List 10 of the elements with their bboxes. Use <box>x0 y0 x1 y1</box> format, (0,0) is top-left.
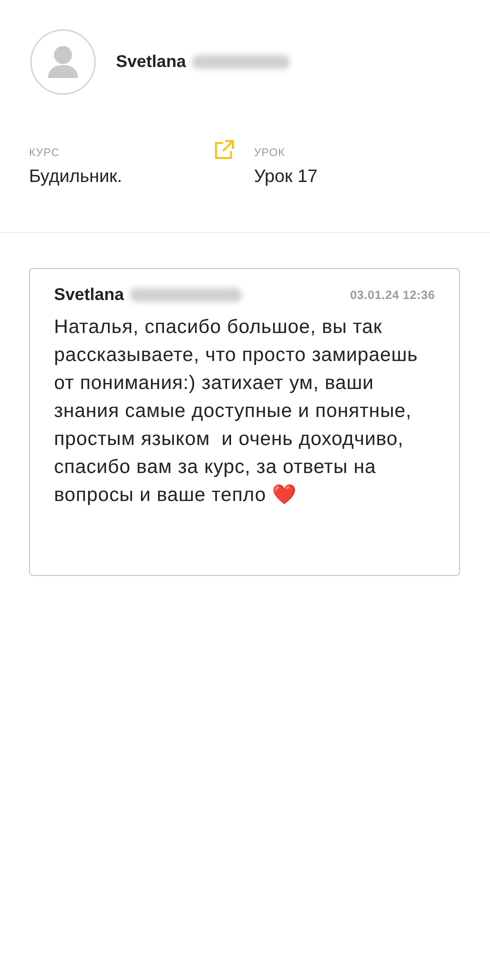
external-link-icon[interactable] <box>213 139 235 161</box>
comment-date: 03.01.24 12:36 <box>350 288 435 302</box>
avatar-icon <box>30 29 96 95</box>
author-name: Svetlana <box>54 285 124 305</box>
comment-text: Наталья, спасибо большое, вы так рассказываете, что просто замираешь от понимания:) затихает ум, ваши знания самые доступные и понятные, простым языком и очень доходчиво, спасибо вам за курс, за ответы на вопросы и ваше тепло ❤ <box>54 315 419 508</box>
user-name: Svetlana <box>116 52 186 72</box>
field-label: УРОК <box>254 147 286 159</box>
field-label: КУРС <box>29 147 60 159</box>
field-value: Будильник. <box>29 166 124 187</box>
field-value: Урок 17 <box>254 166 319 187</box>
